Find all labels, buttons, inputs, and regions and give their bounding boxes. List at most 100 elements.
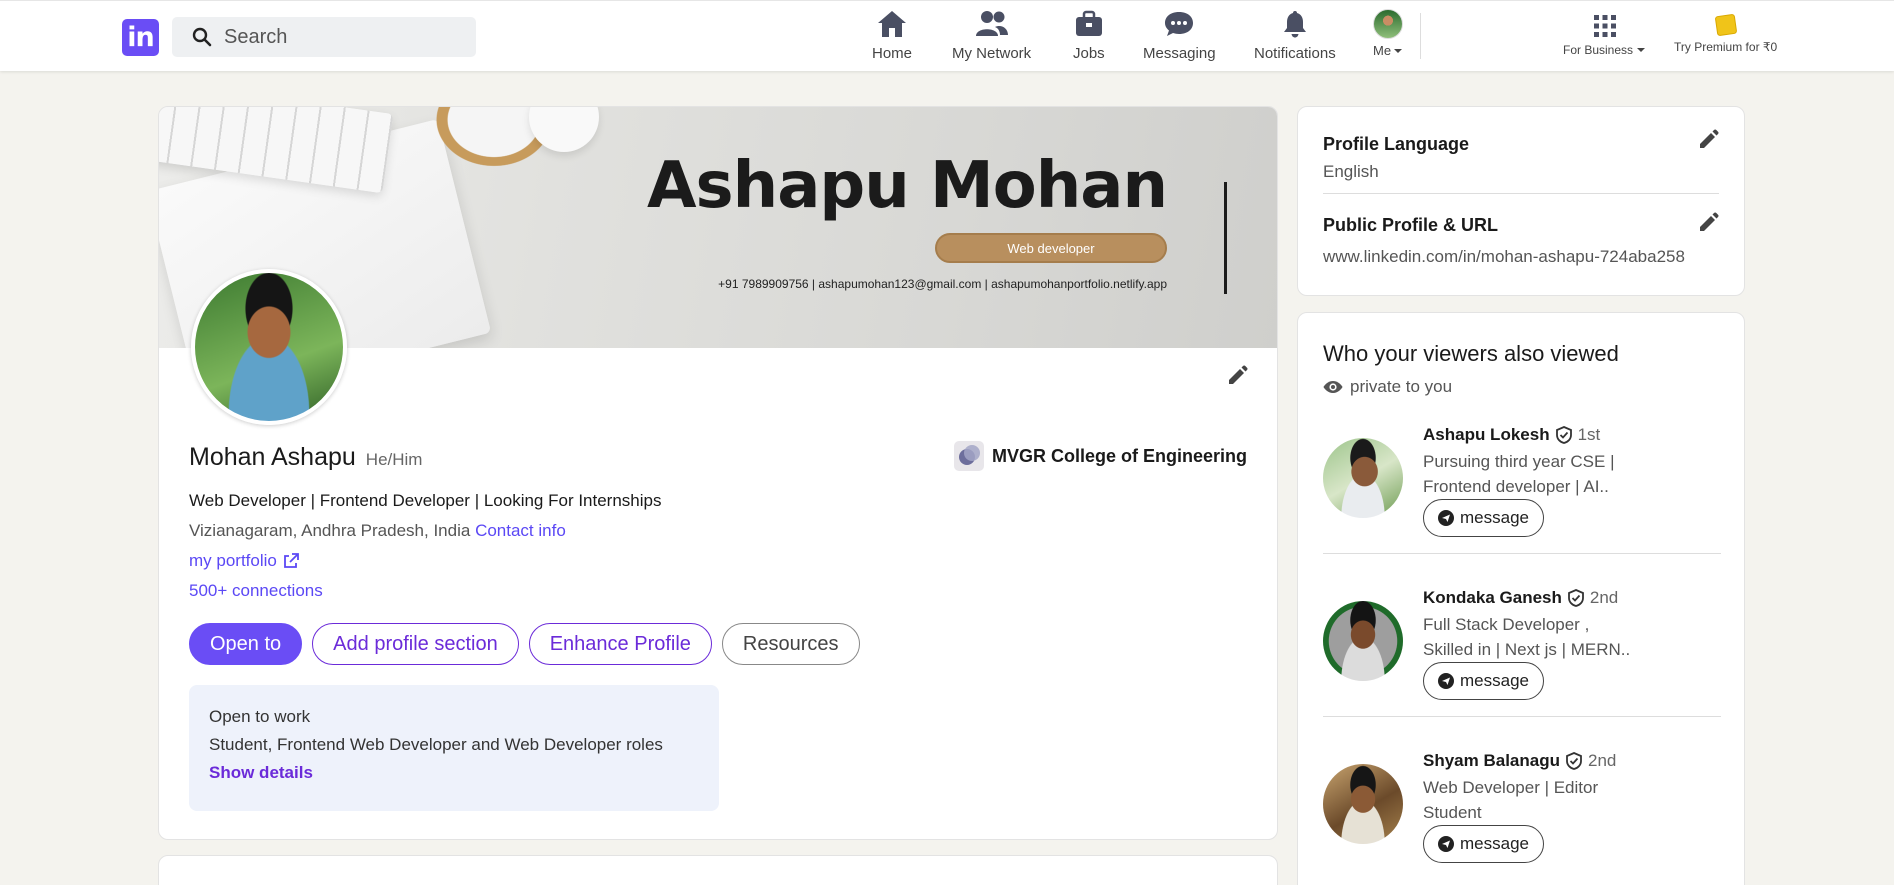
nav-notifications[interactable]: Notifications [1254,9,1336,62]
viewer-degree: 2nd [1589,588,1619,607]
divider [1323,716,1721,717]
public-profile-url[interactable]: www.linkedin.com/in/mohan-ashapu-724aba2… [1323,247,1719,267]
open-to-work-box[interactable]: Open to work Student, Frontend Web Devel… [189,685,719,811]
profile-language-value: English [1323,162,1379,181]
nav-messaging[interactable]: Messaging [1143,9,1216,62]
me-avatar[interactable] [1373,9,1404,39]
portfolio-link[interactable]: my portfolio [189,551,299,571]
verified-shield-icon [1567,589,1584,607]
college-name: MVGR College of Engineering [991,445,1247,466]
portfolio-label: my portfolio [189,551,277,570]
divider [1323,553,1721,554]
viewer-name-row[interactable]: Shyam Balanagu 2nd [1423,751,1616,771]
chat-icon [1165,12,1194,36]
nav-premium[interactable]: Try Premium for ₹0 [1674,13,1778,54]
profile-language-title: Profile Language [1323,134,1470,154]
public-profile-title: Public Profile & URL [1323,215,1499,235]
add-profile-section-button[interactable]: Add profile section [312,623,519,665]
viewers-also-viewed-card: Who your viewers also viewed private to … [1297,312,1745,885]
profile-card: Ashapu Mohan Web developer +91 798990975… [158,106,1278,840]
viewer-card[interactable]: Ashapu Lokesh 1st Pursuing third year CS… [1323,425,1721,589]
viewer-avatar[interactable] [1323,438,1403,518]
viewer-headline-line: Student [1423,803,1482,822]
name-row: Mohan Ashapu He/Him [189,443,422,472]
message-button[interactable]: message [1423,825,1544,863]
nav-home[interactable]: Home [872,9,912,62]
enhance-profile-button[interactable]: Enhance Profile [528,623,712,665]
edit-pencil-icon[interactable] [1226,365,1248,387]
profile-language-card: Profile Language English Public Profile … [1297,106,1745,296]
network-icon [975,11,1008,36]
viewer-name-row[interactable]: Ashapu Lokesh 1st [1423,425,1600,445]
viewer-headline: Web Developer | Editor Student [1423,775,1643,825]
premium-label: Try Premium for ₹0 [1674,40,1778,54]
nav-divider [1420,13,1421,59]
nav-me-label-wrap[interactable]: Me [1373,43,1403,58]
nav-notifications-label: Notifications [1254,45,1336,62]
viewer-name: Ashapu Lokesh [1423,425,1550,444]
location-row: Vizianagaram, Andhra Pradesh, India Cont… [189,521,566,541]
search-bar[interactable] [172,17,476,57]
profile-location: Vizianagaram, Andhra Pradesh, India [189,521,471,540]
viewers-subtitle: private to you [1350,377,1453,396]
premium-icon [1714,13,1737,37]
search-input[interactable] [224,25,444,49]
edit-url-icon[interactable] [1697,212,1719,234]
viewer-degree: 2nd [1588,751,1617,770]
resources-button[interactable]: Resources [721,623,860,665]
viewer-name: Shyam Balanagu [1423,751,1560,770]
open-to-work-roles: Student, Frontend Web Developer and Web … [209,735,663,754]
nav-for-business[interactable]: For Business [1563,15,1646,57]
profile-language-section: Profile Language English [1323,107,1719,193]
nav-messaging-label: Messaging [1143,45,1216,62]
send-icon [1438,836,1454,852]
nav-me[interactable]: Me [1373,9,1404,58]
contact-info-link[interactable]: Contact info [475,521,566,540]
bell-icon [1283,11,1306,38]
viewer-name: Kondaka Ganesh [1423,588,1562,607]
public-profile-section: Public Profile & URL www.linkedin.com/in… [1323,193,1719,293]
viewer-avatar[interactable] [1323,764,1403,844]
caret-down-icon [1637,48,1646,52]
viewer-card[interactable]: Kondaka Ganesh 2nd Full Stack Developer … [1323,588,1721,752]
message-button-label: message [1460,671,1529,690]
nav-my-network[interactable]: My Network [952,9,1031,62]
for-business-label-wrap: For Business [1563,43,1646,57]
college-link[interactable]: MVGR College of Engineering [953,441,1247,471]
next-section-card [158,855,1278,885]
viewer-degree: 1st [1577,425,1601,444]
viewer-headline-line: Full Stack Developer , [1423,615,1590,634]
nav-home-label: Home [872,45,913,62]
send-icon [1438,510,1454,526]
viewer-headline: Full Stack Developer , Skilled in | Next… [1423,612,1643,662]
viewer-headline: Pursuing third year CSE | Frontend devel… [1423,449,1643,499]
message-button[interactable]: message [1423,499,1544,537]
viewer-headline-line: Frontend developer | AI.. [1423,477,1609,496]
message-button[interactable]: message [1423,662,1544,700]
banner-role-pill: Web developer [935,233,1167,263]
caret-down-icon [1394,48,1403,53]
profile-pronouns: He/Him [365,450,423,469]
edit-language-icon[interactable] [1697,129,1719,151]
open-to-button[interactable]: Open to [189,623,303,665]
profile-name: Mohan Ashapu [189,443,356,471]
viewer-card[interactable]: Shyam Balanagu 2nd Web Developer | Edito… [1323,751,1721,885]
verified-shield-icon [1555,426,1572,444]
eye-icon [1323,381,1343,393]
viewer-name-row[interactable]: Kondaka Ganesh 2nd [1423,588,1618,608]
viewers-title: Who your viewers also viewed [1323,341,1619,366]
grid-apps-icon [1593,15,1616,37]
briefcase-icon [1075,10,1102,36]
viewer-avatar[interactable] [1323,601,1403,681]
message-button-label: message [1460,508,1529,527]
linkedin-logo[interactable]: in [122,19,159,56]
for-business-label: For Business [1563,43,1634,57]
nav-jobs-label: Jobs [1073,45,1105,62]
top-nav: in Home My Network Jobs Messaging Notifi… [0,0,1894,71]
connections-link[interactable]: 500+ connections [189,581,323,601]
nav-jobs[interactable]: Jobs [1073,9,1105,62]
show-details-link[interactable]: Show details [209,763,699,783]
external-link-icon [283,553,299,568]
profile-avatar[interactable] [191,269,347,425]
viewer-headline-line: Skilled in | Next js | MERN.. [1423,640,1631,659]
